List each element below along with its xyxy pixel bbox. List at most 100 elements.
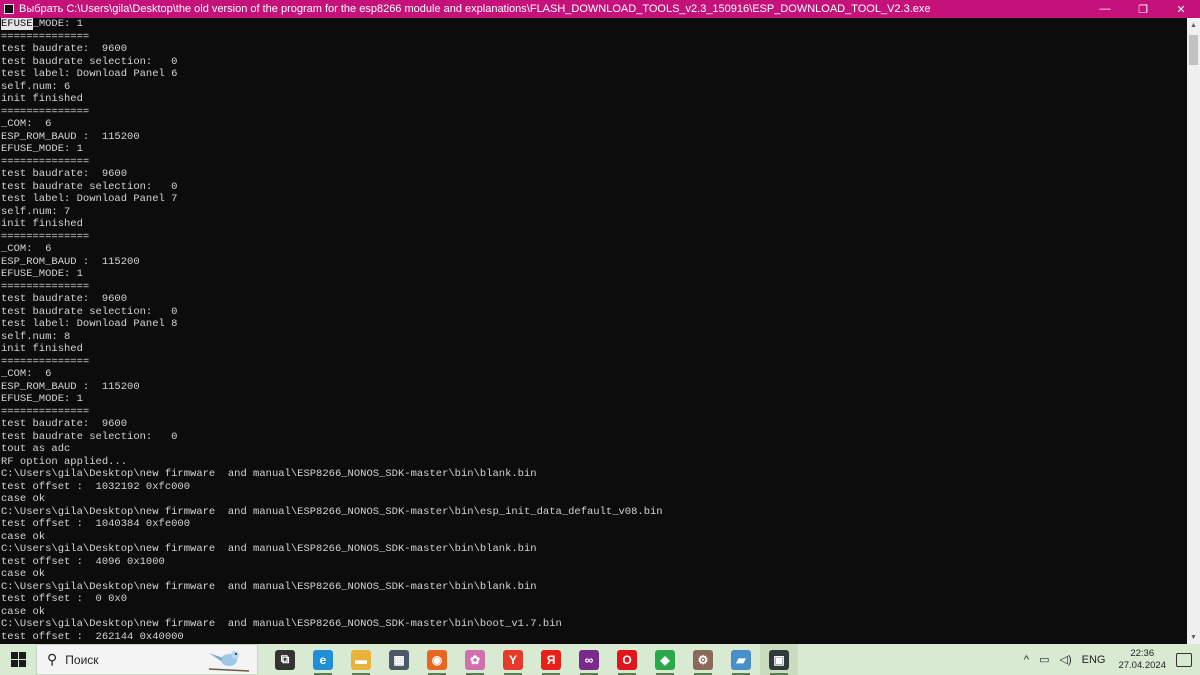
console-line: ==============: [1, 155, 90, 168]
console-line: ==============: [1, 105, 90, 118]
search-placeholder: Поиск: [65, 652, 99, 667]
console-line: self.num: 7: [1, 205, 71, 218]
calculator-icon: ▦: [389, 649, 409, 670]
edge-icon: e: [313, 649, 333, 670]
taskbar-app[interactable]: ▦: [380, 644, 418, 675]
scroll-down-arrow-icon[interactable]: ▼: [1187, 630, 1200, 644]
console-line: test offset : 262144 0x40000: [1, 630, 184, 643]
taskbar: ⚲ Поиск ⧉ e ▬ ▦ ◉ ✿ Y Я ∞ O ◆ ⚙ ▰ ▣ ^ ▭ ◁) ENG 22:36 …: [0, 644, 1200, 675]
console-app-icon: ▣: [769, 649, 789, 670]
scrollbar-thumb[interactable]: [1189, 35, 1198, 65]
taskbar-app[interactable]: ▬: [342, 644, 380, 675]
app-glasses-icon: ∞: [579, 649, 599, 670]
console-line: ==============: [1, 230, 90, 243]
console-line: C:\Users\gila\Desktop\new firmware and m…: [1, 505, 663, 518]
console-line: test label: Download Panel 6: [1, 68, 178, 80]
close-button[interactable]: ✕: [1162, 0, 1200, 18]
console-line: _COM: 6: [1, 243, 52, 255]
taskbar-app[interactable]: ✿: [456, 644, 494, 675]
console-line: EFUSE_MODE: 1: [1, 393, 83, 405]
tray-chevron-icon[interactable]: ^: [1024, 654, 1029, 666]
search-icon: ⚲: [47, 651, 58, 667]
console-line: test label: Download Panel 7: [1, 193, 178, 205]
green-cube-icon: ◆: [655, 649, 675, 670]
console-line: ==============: [1, 30, 90, 43]
firefox-icon: ◉: [427, 649, 447, 670]
taskbar-app[interactable]: ◉: [418, 644, 456, 675]
taskbar-app[interactable]: Y: [494, 644, 532, 675]
console-line: test label: Download Panel 8: [1, 318, 178, 330]
task-view-icon: ⧉: [275, 649, 295, 670]
yandex-browser-icon: Y: [503, 649, 523, 670]
window-title: Выбрать C:\Users\gila\Desktop\the old ve…: [19, 3, 931, 15]
network-icon[interactable]: ▭: [1039, 653, 1049, 666]
console-line: ESP_ROM_BAUD : 115200: [1, 380, 140, 393]
taskbar-app[interactable]: e: [304, 644, 342, 675]
taskbar-app[interactable]: ◆: [646, 644, 684, 675]
console-line: C:\Users\gila\Desktop\new firmware and m…: [1, 543, 537, 555]
taskbar-app[interactable]: ▣: [760, 644, 798, 675]
console-line-rest: _MODE: 1: [32, 18, 83, 30]
yandex-icon: Я: [541, 649, 561, 670]
console-line: C:\Users\gila\Desktop\new firmware and m…: [1, 618, 562, 630]
console-line: case ok: [1, 605, 46, 618]
volume-icon[interactable]: ◁): [1059, 653, 1071, 666]
console-line: ESP_ROM_BAUD : 115200: [1, 255, 140, 268]
start-button[interactable]: [0, 644, 36, 675]
console-line: ==============: [1, 355, 90, 368]
console-line: ESP_ROM_BAUD : 115200: [1, 130, 140, 143]
clock-date: 27.04.2024: [1118, 659, 1166, 671]
opera-icon: O: [617, 649, 637, 670]
console-line: case ok: [1, 493, 46, 505]
console-line: test baudrate selection: 0: [1, 180, 178, 193]
clock-time: 22:36: [1130, 647, 1155, 659]
language-indicator[interactable]: ENG: [1082, 654, 1106, 666]
console-line: _COM: 6: [1, 118, 52, 130]
notification-icon[interactable]: [1176, 652, 1192, 667]
vertical-scrollbar[interactable]: ▲ ▼: [1187, 18, 1200, 644]
clock[interactable]: 22:36 27.04.2024: [1118, 648, 1166, 672]
console-line: test offset : 4096 0x1000: [1, 555, 165, 568]
console-line: RF option applied...: [1, 455, 128, 468]
taskbar-app[interactable]: ⚙: [684, 644, 722, 675]
taskbar-app[interactable]: ⧉: [266, 644, 304, 675]
console-line: C:\Users\gila\Desktop\new firmware and m…: [1, 580, 537, 593]
taskbar-pinned-apps: ⧉ e ▬ ▦ ◉ ✿ Y Я ∞ O ◆ ⚙ ▰ ▣: [266, 644, 798, 675]
system-tray: ^ ▭ ◁) ENG 22:36 27.04.2024: [1019, 644, 1200, 675]
console-line: test offset : 1032192 0xfc000: [1, 480, 191, 493]
console-line: self.num: 8: [1, 330, 71, 343]
console-line: ==============: [1, 405, 90, 418]
console-line: init finished: [1, 93, 83, 105]
console-line: test offset : 0 0x0: [1, 593, 128, 605]
console-line: EFUSE_MODE: 1: [1, 143, 83, 155]
console-line: test offset : 1040384 0xfe000: [1, 518, 191, 530]
scroll-up-arrow-icon[interactable]: ▲: [1187, 18, 1200, 32]
console-line: test baudrate selection: 0: [1, 430, 178, 443]
console-line: C:\Users\gila\Desktop\new firmware and m…: [1, 468, 537, 480]
console-line: test baudrate selection: 0: [1, 305, 178, 318]
minimize-button[interactable]: —: [1086, 0, 1124, 18]
console-line: init finished: [1, 218, 83, 230]
console-line: _COM: 6: [1, 368, 52, 380]
console-line: self.num: 6: [1, 80, 71, 93]
console-output[interactable]: EFUSE_MODE: 1 ============== test baudrat…: [0, 18, 1187, 644]
console-line: case ok: [1, 568, 46, 580]
taskbar-search-box[interactable]: ⚲ Поиск: [36, 644, 258, 675]
maximize-button[interactable]: ❐: [1124, 0, 1162, 18]
windows-logo-icon: [10, 652, 26, 667]
taskbar-app[interactable]: ▰: [722, 644, 760, 675]
taskbar-app[interactable]: ∞: [570, 644, 608, 675]
console-line: EFUSE_MODE: 1: [1, 268, 83, 280]
console-window-icon: [4, 4, 14, 14]
bird-illustration-icon: [208, 651, 250, 672]
taskbar-app[interactable]: O: [608, 644, 646, 675]
console-line: test baudrate: 9600: [1, 293, 128, 305]
console-line: case ok: [1, 530, 46, 543]
taskbar-app[interactable]: Я: [532, 644, 570, 675]
console-line: init finished: [1, 343, 83, 355]
console-line: ==============: [1, 280, 90, 293]
selected-text: EFUSE: [1, 18, 33, 30]
window-titlebar[interactable]: Выбрать C:\Users\gila\Desktop\the old ve…: [0, 0, 1200, 18]
folder-app-icon: ▰: [731, 649, 751, 670]
console-line: test baudrate: 9600: [1, 168, 128, 180]
